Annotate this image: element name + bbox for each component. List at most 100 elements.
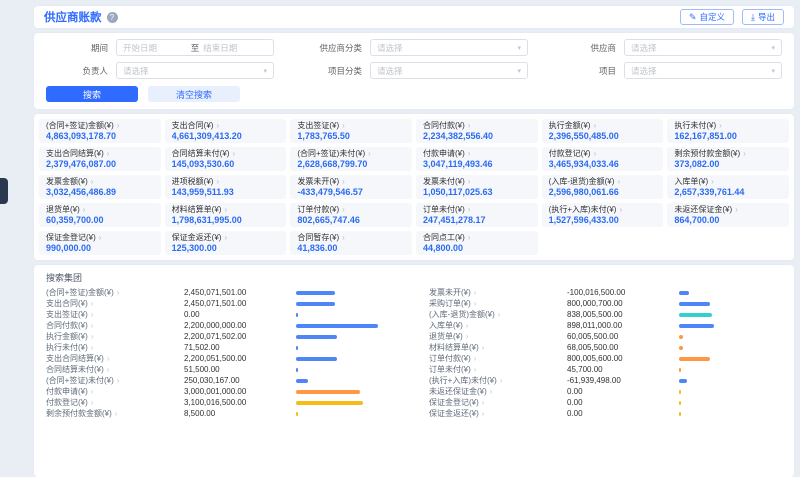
metric-card[interactable]: 发票未开(¥)-433,479,546.57 <box>290 175 412 199</box>
group-metric-row[interactable]: (入库-退货)金额(¥)838,005,500.00 <box>429 309 782 320</box>
chevron-down-icon: ▾ <box>263 67 267 75</box>
filter-supplier-category: 供应商分类 请选择 ▾ <box>300 39 528 56</box>
help-icon[interactable]: ? <box>107 12 118 23</box>
group-metric-row[interactable]: 付款登记(¥)3,100,016,500.00 <box>46 397 399 408</box>
group-metric-row[interactable]: 订单未付(¥)45,700.00 <box>429 364 782 375</box>
metric-card[interactable]: 合同结算未付(¥)145,093,530.60 <box>165 147 287 171</box>
metric-card[interactable]: 合同点工(¥)44,800.00 <box>416 231 538 255</box>
bar-track <box>296 401 399 405</box>
metric-value: 3,047,119,493.46 <box>423 159 531 169</box>
project-category-select[interactable]: 请选择 ▾ <box>370 62 528 79</box>
metric-label: 订单未付(¥) <box>423 205 531 214</box>
group-metric-row[interactable]: 未返还保证金(¥)0.00 <box>429 386 782 397</box>
customize-button[interactable]: ✎ 自定义 <box>680 9 734 25</box>
group-metric-label: 保证金返还(¥) <box>429 408 567 419</box>
metric-card[interactable]: 执行未付(¥)162,167,851.00 <box>667 119 789 143</box>
project-select[interactable]: 请选择 ▾ <box>624 62 782 79</box>
group-metric-row[interactable]: 发票未开(¥)-100,016,500.00 <box>429 287 782 298</box>
metric-card[interactable]: 材料结算单(¥)1,798,631,995.00 <box>165 203 287 227</box>
group-metric-row[interactable]: (执行+入库)未付(¥)-61,939,498.00 <box>429 375 782 386</box>
metric-value: 1,798,631,995.00 <box>172 215 280 225</box>
metric-label: 执行金额(¥) <box>549 121 657 130</box>
supplier-category-select[interactable]: 请选择 ▾ <box>370 39 528 56</box>
metric-card[interactable]: 订单未付(¥)247,451,278.17 <box>416 203 538 227</box>
clear-search-button[interactable]: 清空搜索 <box>148 86 240 102</box>
group-metric-row[interactable]: (合同+签证)金额(¥)2,450,071,501.00 <box>46 287 399 298</box>
value-bar <box>679 357 710 361</box>
group-metric-label: 采购订单(¥) <box>429 298 567 309</box>
group-metric-row[interactable]: 执行金额(¥)2,200,071,502.00 <box>46 331 399 342</box>
chevron-down-icon: ▾ <box>771 44 775 52</box>
group-metric-label: (执行+入库)未付(¥) <box>429 375 567 386</box>
chevron-down-icon: ▾ <box>771 67 775 75</box>
metric-card[interactable]: 退货单(¥)60,359,700.00 <box>39 203 161 227</box>
metric-card[interactable]: 合同付款(¥)2,234,382,556.40 <box>416 119 538 143</box>
metric-value: 1,527,596,433.00 <box>549 215 657 225</box>
metric-card[interactable]: 付款登记(¥)3,465,934,033.46 <box>542 147 664 171</box>
metric-label: 支出合同结算(¥) <box>46 149 154 158</box>
supplier-select[interactable]: 请选择 ▾ <box>624 39 782 56</box>
bar-track <box>679 390 782 394</box>
page: 供应商账款 ? ✎ 自定义 ⤓ 导出 期间 开始日期 至 结束日期 <box>34 6 794 477</box>
metric-card[interactable]: (入库-退货)金额(¥)2,596,980,061.66 <box>542 175 664 199</box>
group-metric-row[interactable]: 订单付款(¥)800,005,600.00 <box>429 353 782 364</box>
group-metric-row[interactable]: 剩余预付款金额(¥)8,500.00 <box>46 408 399 419</box>
group-metric-value: -100,016,500.00 <box>567 288 679 297</box>
metric-card[interactable]: 付款申请(¥)3,047,119,493.46 <box>416 147 538 171</box>
metric-value: 2,234,382,556.40 <box>423 131 531 141</box>
metric-card[interactable]: 订单付款(¥)802,665,747.46 <box>290 203 412 227</box>
metric-card[interactable]: 未返还保证金(¥)864,700.00 <box>667 203 789 227</box>
metric-card[interactable]: (合同+签证)金额(¥)4,863,093,178.70 <box>39 119 161 143</box>
group-metric-row[interactable]: 保证金返还(¥)0.00 <box>429 408 782 419</box>
metric-card[interactable]: 执行金额(¥)2,396,550,485.00 <box>542 119 664 143</box>
metric-card[interactable]: (合同+签证)未付(¥)2,628,668,799.70 <box>290 147 412 171</box>
metric-card[interactable]: (执行+入库)未付(¥)1,527,596,433.00 <box>542 203 664 227</box>
group-metric-row[interactable]: 合同付款(¥)2,200,000,000.00 <box>46 320 399 331</box>
end-date-placeholder[interactable]: 结束日期 <box>203 42 267 54</box>
group-metric-row[interactable]: (合同+签证)未付(¥)250,030,167.00 <box>46 375 399 386</box>
group-metric-value: 800,005,600.00 <box>567 354 679 363</box>
filter-period: 期间 开始日期 至 结束日期 <box>46 39 274 56</box>
metric-label: (执行+入库)未付(¥) <box>549 205 657 214</box>
group-metric-row[interactable]: 付款申请(¥)3,000,001,000.00 <box>46 386 399 397</box>
group-metric-row[interactable]: 退货单(¥)60,005,500.00 <box>429 331 782 342</box>
export-button[interactable]: ⤓ 导出 <box>742 9 784 25</box>
metric-card[interactable]: 支出签证(¥)1,783,765.50 <box>290 119 412 143</box>
group-metric-row[interactable]: 入库单(¥)898,011,000.00 <box>429 320 782 331</box>
date-range-separator: 至 <box>187 42 204 54</box>
metric-card[interactable]: 发票未付(¥)1,050,117,025.63 <box>416 175 538 199</box>
group-metric-row[interactable]: 支出合同结算(¥)2,200,051,500.00 <box>46 353 399 364</box>
bar-track <box>679 401 782 405</box>
metric-value: 162,167,851.00 <box>674 131 782 141</box>
group-metric-row[interactable]: 执行未付(¥)71,502.00 <box>46 342 399 353</box>
metric-card[interactable]: 进项税额(¥)143,959,511.93 <box>165 175 287 199</box>
bar-track <box>296 324 399 328</box>
manager-select[interactable]: 请选择 ▾ <box>116 62 274 79</box>
group-metric-value: 2,200,071,502.00 <box>184 332 296 341</box>
value-bar <box>679 302 710 306</box>
metric-card[interactable]: 保证金登记(¥)990,000.00 <box>39 231 161 255</box>
date-range-input[interactable]: 开始日期 至 结束日期 <box>116 39 274 56</box>
metric-card[interactable]: 剩余预付款金额(¥)373,082.00 <box>667 147 789 171</box>
sidebar-toggle[interactable] <box>0 178 8 204</box>
value-bar <box>679 324 714 328</box>
group-metric-row[interactable]: 支出合同(¥)2,450,071,501.00 <box>46 298 399 309</box>
metrics-grid: (合同+签证)金额(¥)4,863,093,178.70支出合同(¥)4,661… <box>39 119 789 255</box>
metric-label: 发票金额(¥) <box>46 177 154 186</box>
group-metric-label: (合同+签证)未付(¥) <box>46 375 184 386</box>
group-metric-row[interactable]: 材料结算单(¥)68,005,500.00 <box>429 342 782 353</box>
group-metric-row[interactable]: 采购订单(¥)800,000,700.00 <box>429 298 782 309</box>
start-date-placeholder[interactable]: 开始日期 <box>123 42 187 54</box>
group-metric-row[interactable]: 合同结算未付(¥)51,500.00 <box>46 364 399 375</box>
metric-card[interactable]: 支出合同(¥)4,661,309,413.20 <box>165 119 287 143</box>
metric-card[interactable]: 入库单(¥)2,657,339,761.44 <box>667 175 789 199</box>
metric-card[interactable]: 合同暂存(¥)41,836.00 <box>290 231 412 255</box>
search-button[interactable]: 搜索 <box>46 86 138 102</box>
bar-track <box>679 313 782 317</box>
metric-card[interactable]: 支出合同结算(¥)2,379,476,087.00 <box>39 147 161 171</box>
metric-card[interactable]: 保证金返还(¥)125,300.00 <box>165 231 287 255</box>
bar-track <box>296 302 399 306</box>
group-metric-row[interactable]: 保证金登记(¥)0.00 <box>429 397 782 408</box>
group-metric-row[interactable]: 支出签证(¥)0.00 <box>46 309 399 320</box>
metric-card[interactable]: 发票金额(¥)3,032,456,486.89 <box>39 175 161 199</box>
